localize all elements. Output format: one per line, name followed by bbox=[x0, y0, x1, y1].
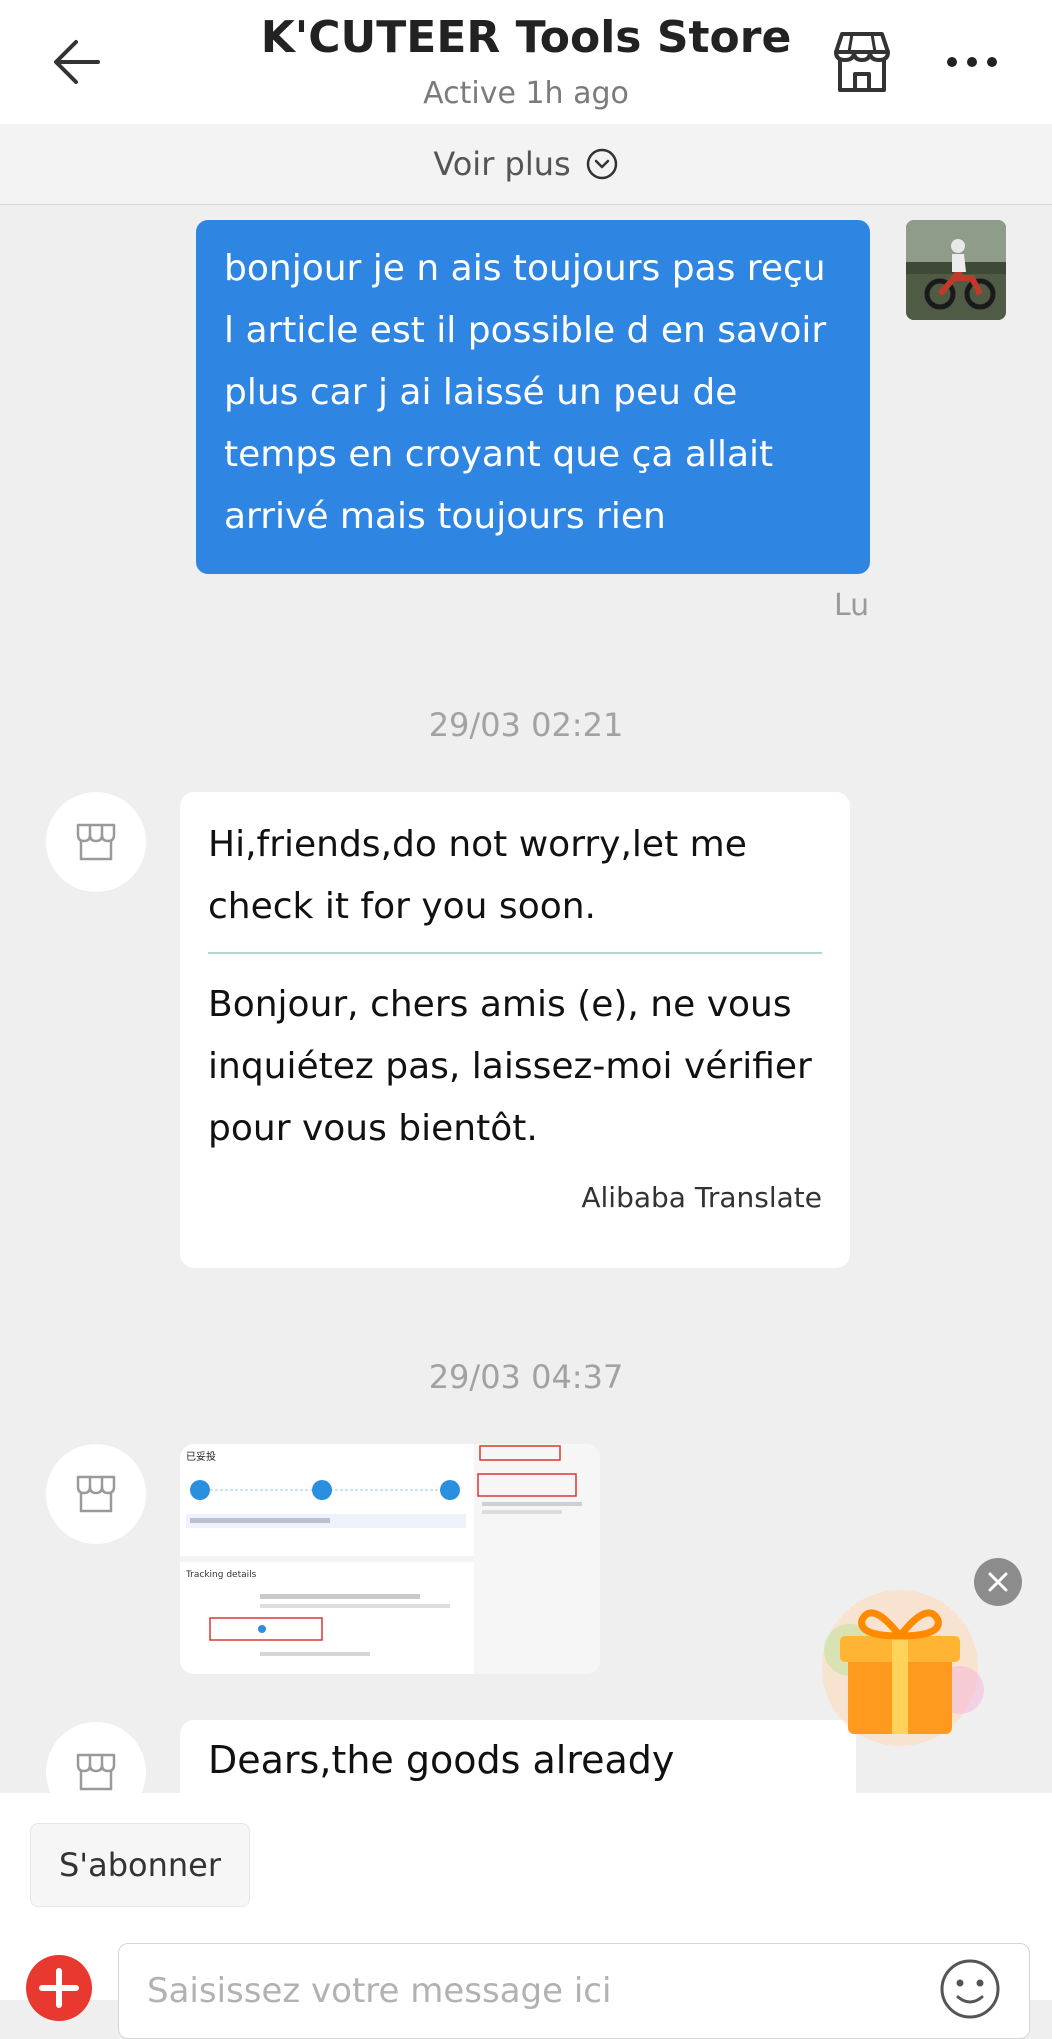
storefront-icon bbox=[76, 1475, 116, 1513]
storefront-icon bbox=[76, 823, 116, 861]
see-more-label: Voir plus bbox=[433, 145, 571, 183]
incoming-message-bubble[interactable]: Hi,friends,do not worry,let me check it … bbox=[180, 792, 850, 1268]
timestamp: 29/03 04:37 bbox=[428, 1358, 624, 1396]
message-input[interactable] bbox=[118, 1943, 1030, 2039]
gift-promo-button[interactable] bbox=[800, 1580, 990, 1750]
plus-icon bbox=[39, 1968, 79, 2008]
incoming-message-text: Dears,the goods already bbox=[208, 1738, 675, 1782]
outgoing-message-bubble[interactable]: bonjour je n ais toujours pas reçu l art… bbox=[196, 220, 870, 574]
emoji-button[interactable] bbox=[938, 1957, 1002, 2021]
gift-icon bbox=[822, 1590, 984, 1746]
translated-message-text: Bonjour, chers amis (e), ne vous inquiét… bbox=[208, 984, 812, 1149]
gift-close-button[interactable] bbox=[974, 1558, 1022, 1606]
add-attachment-button[interactable] bbox=[26, 1955, 92, 2021]
chevron-down-circle-icon bbox=[586, 148, 617, 180]
more-dots-icon bbox=[947, 57, 997, 67]
image-section-text: Tracking details bbox=[185, 1570, 257, 1580]
composer-panel: S'abonner bbox=[0, 1793, 1052, 2039]
store-button[interactable] bbox=[826, 26, 898, 98]
user-avatar-image bbox=[906, 220, 1006, 320]
read-receipt: Lu bbox=[834, 588, 870, 623]
image-header-text: 已妥投 bbox=[186, 1450, 216, 1463]
translation-divider bbox=[208, 952, 822, 954]
image-message[interactable]: 已妥投 Tracking details bbox=[180, 1444, 600, 1674]
chat-header: K'CUTEER Tools Store Active 1h ago bbox=[0, 0, 1052, 125]
storefront-icon bbox=[76, 1753, 116, 1791]
original-message-text: Hi,friends,do not worry,let me check it … bbox=[208, 824, 747, 927]
close-icon bbox=[988, 1572, 1008, 1592]
timestamp: 29/03 02:21 bbox=[428, 706, 624, 744]
outgoing-message-text: bonjour je n ais toujours pas reçu l art… bbox=[224, 248, 827, 537]
see-more-bar[interactable]: Voir plus bbox=[0, 124, 1052, 205]
store-avatar[interactable] bbox=[46, 792, 146, 892]
user-avatar[interactable] bbox=[906, 220, 1006, 320]
store-avatar[interactable] bbox=[46, 1444, 146, 1544]
storefront-icon bbox=[834, 32, 890, 92]
more-options-button[interactable] bbox=[942, 40, 1002, 80]
tracking-screenshot-image: 已妥投 Tracking details bbox=[180, 1444, 600, 1674]
emoji-icon bbox=[940, 1959, 1000, 2019]
translation-credit: Alibaba Translate bbox=[581, 1181, 822, 1214]
subscribe-button[interactable]: S'abonner bbox=[30, 1823, 250, 1907]
